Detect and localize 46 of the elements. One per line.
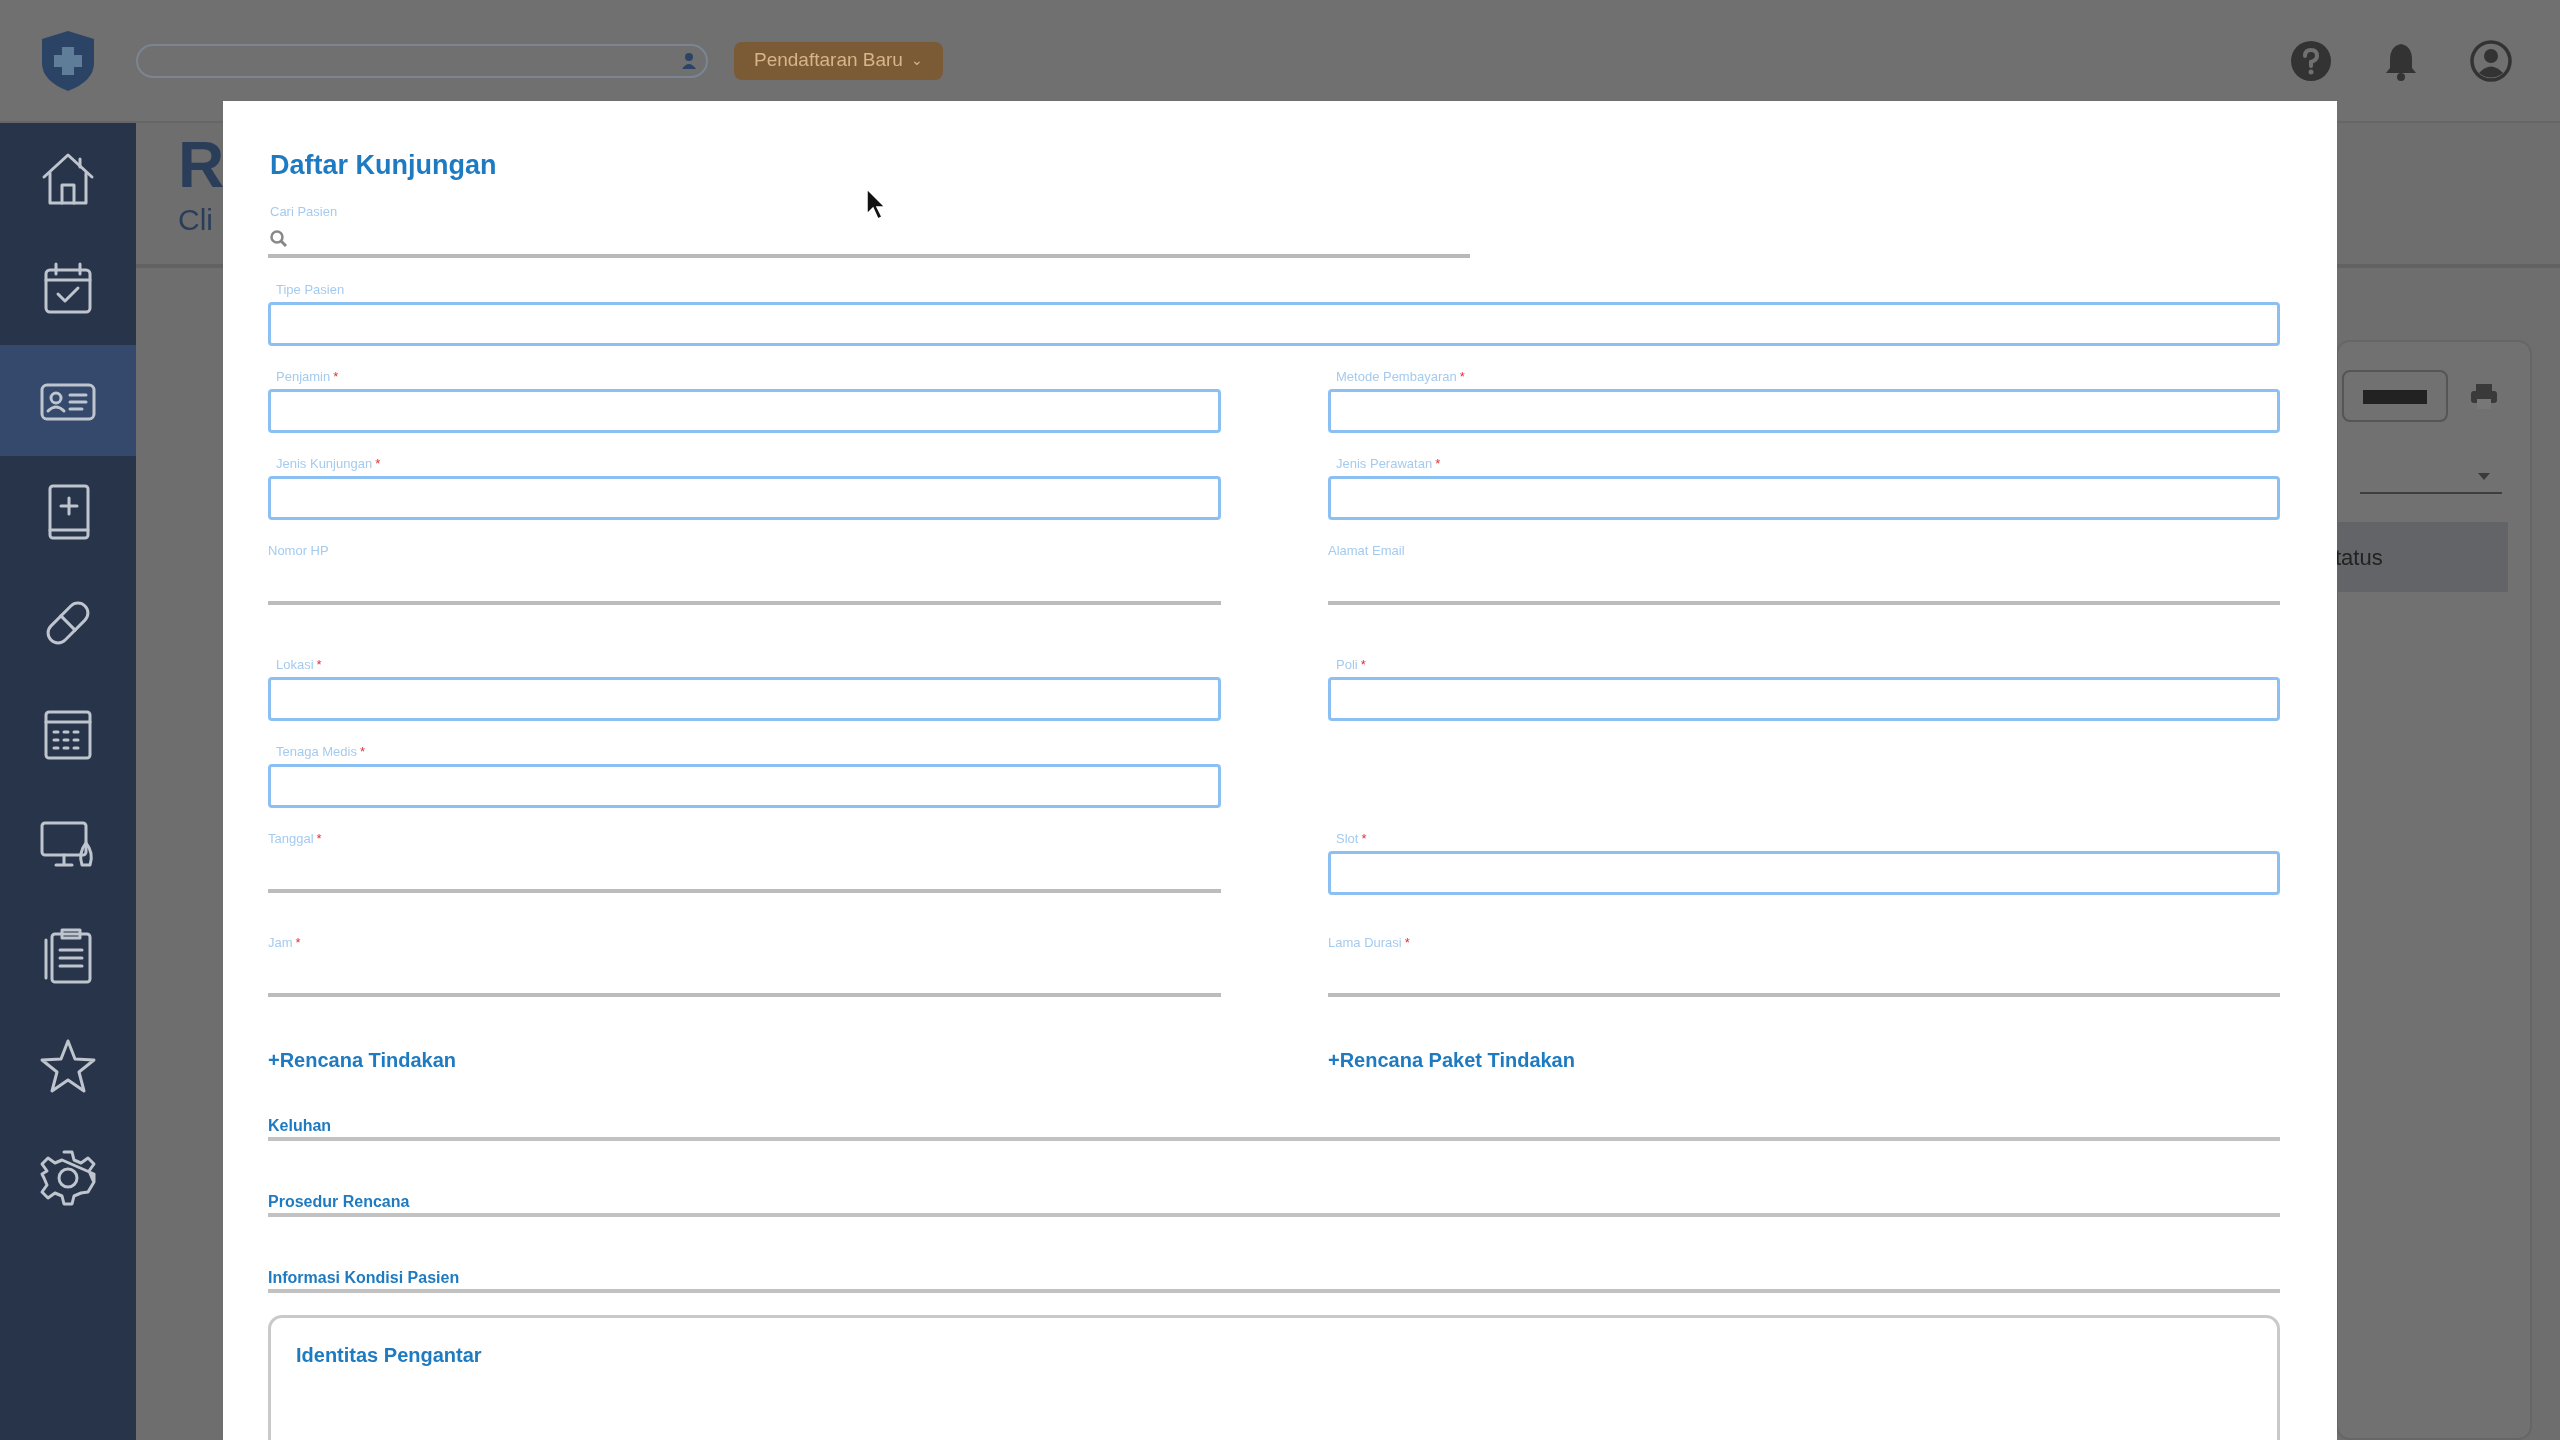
field-label: Lama Durasi *	[1328, 933, 1410, 952]
input-field[interactable]	[1328, 676, 2280, 721]
field-label: Metode Pembayaran *	[1335, 367, 1465, 386]
section-field[interactable]: Keluhan	[268, 1110, 2280, 1141]
redaction-bar-icon	[2363, 389, 2427, 404]
sidebar-item[interactable]	[0, 345, 136, 456]
search-icon	[270, 229, 288, 248]
shield-logo-icon	[40, 28, 96, 93]
input-field[interactable]	[1328, 388, 2280, 433]
user-icon[interactable]	[2470, 39, 2512, 82]
input-field[interactable]	[268, 676, 1221, 721]
modal-title: Daftar Kunjungan	[270, 149, 498, 182]
field-label: Alamat Email	[1328, 541, 1405, 560]
field-label: Penjamin *	[275, 367, 339, 386]
field-label: Jam *	[268, 933, 301, 952]
card-title: Identitas Pengantar	[296, 1342, 483, 1368]
section-field[interactable]: Informasi Kondisi Pasien	[268, 1262, 2280, 1293]
field-label: Tanggal *	[268, 829, 322, 848]
search-field[interactable]	[136, 43, 708, 78]
page-subtitle: Cli	[178, 202, 213, 238]
printer-icon[interactable]	[2470, 382, 2498, 410]
field-label: Tenaga Medis *	[275, 742, 365, 761]
input-field[interactable]	[268, 301, 2280, 346]
input-field[interactable]	[1328, 475, 2280, 520]
field-label: Jenis Kunjungan *	[275, 454, 381, 473]
section-field[interactable]: Prosedur Rencana	[268, 1186, 2280, 1217]
input-field[interactable]	[268, 475, 1221, 520]
field-label: Slot *	[1335, 829, 1367, 848]
field-label: Lokasi *	[275, 655, 322, 674]
input-field[interactable]	[268, 388, 1221, 433]
help-icon[interactable]	[2290, 39, 2332, 82]
input-field[interactable]	[1328, 850, 2280, 895]
field-label: Cari Pasien	[269, 202, 338, 221]
page-title: R	[178, 133, 225, 197]
action-button[interactable]	[2342, 370, 2448, 422]
person-icon	[682, 52, 696, 69]
column-header: tatus	[2335, 543, 2383, 572]
field-label: Nomor HP	[268, 541, 329, 560]
add-link[interactable]: +Rencana Paket Tindakan	[1328, 1048, 1575, 1071]
input-field[interactable]	[268, 763, 1221, 808]
new-registration-button[interactable]: Pendaftaran Baru ⌄	[734, 41, 943, 80]
caret-icon	[2478, 473, 2490, 480]
field-label: Jenis Perawatan *	[1335, 454, 1441, 473]
add-link[interactable]: +Rencana Tindakan	[268, 1048, 457, 1071]
field-label: Poli *	[1335, 655, 1366, 674]
field-label: Tipe Pasien	[275, 280, 345, 299]
